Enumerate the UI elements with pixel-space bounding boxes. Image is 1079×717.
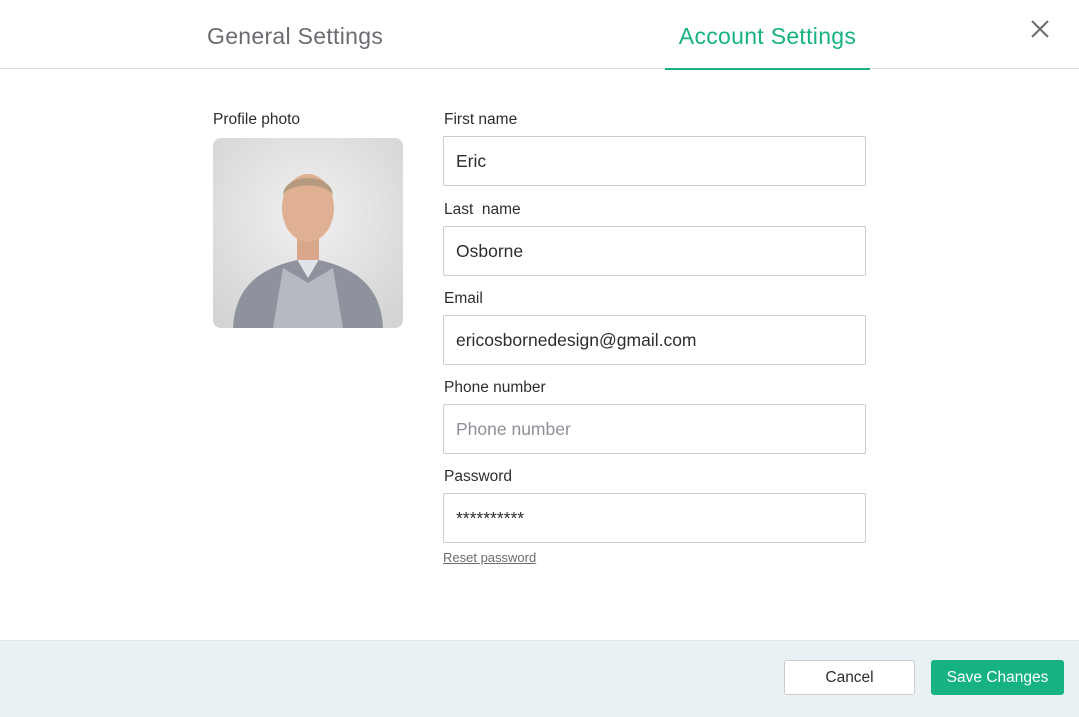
footer-bar	[0, 640, 1079, 717]
email-label: Email	[444, 290, 483, 307]
last-name-label: Last name	[444, 201, 521, 218]
close-button[interactable]	[1027, 17, 1053, 43]
tab-account-settings-label: Account Settings	[678, 23, 857, 49]
reset-password-link[interactable]: Reset password	[443, 550, 536, 565]
phone-label: Phone number	[444, 379, 546, 396]
active-tab-indicator	[665, 68, 870, 70]
profile-photo-label: Profile photo	[213, 111, 301, 128]
cancel-button[interactable]: Cancel	[784, 660, 915, 695]
last-name-field[interactable]	[443, 226, 866, 276]
first-name-label: First name	[444, 111, 518, 128]
settings-tabs: General Settings Account Settings	[0, 0, 1079, 70]
first-name-field[interactable]	[443, 136, 866, 186]
profile-photo[interactable]	[213, 138, 403, 328]
password-field[interactable]	[443, 493, 866, 543]
avatar	[213, 138, 403, 328]
email-field[interactable]	[443, 315, 866, 365]
tab-general-settings[interactable]: General Settings	[207, 0, 383, 69]
tab-account-settings[interactable]: Account Settings	[665, 0, 870, 70]
save-changes-button[interactable]: Save Changes	[931, 660, 1064, 695]
phone-field[interactable]	[443, 404, 866, 454]
close-icon	[1031, 20, 1049, 38]
password-label: Password	[444, 468, 513, 485]
